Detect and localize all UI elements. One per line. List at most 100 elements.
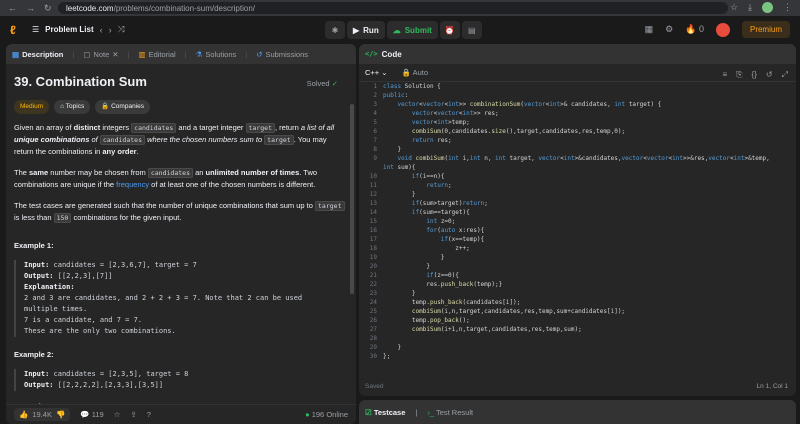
- user-avatar[interactable]: [715, 22, 730, 37]
- topics-tag[interactable]: ⌂ Topics: [54, 100, 91, 114]
- list-icon[interactable]: ☰: [32, 25, 39, 34]
- line-text: void combiSum(int i,int n, int target, v…: [397, 155, 770, 162]
- code-line[interactable]: 18 z++;: [359, 244, 796, 253]
- line-text: if(x==temp){: [440, 236, 485, 243]
- line-number: 22: [369, 281, 377, 288]
- menu-icon[interactable]: ⋮: [783, 2, 792, 13]
- fullscreen-icon[interactable]: ⤢: [782, 70, 788, 80]
- language-select[interactable]: C++ ⌄: [365, 68, 388, 77]
- tab-description[interactable]: ▤ Description: [12, 50, 63, 59]
- streak-counter[interactable]: 🔥 0: [685, 24, 704, 35]
- share-icon[interactable]: ⇪: [130, 410, 136, 419]
- code-line[interactable]: 6 combiSum(0,candidates.size(),target,ca…: [359, 127, 796, 136]
- profile-avatar[interactable]: [762, 2, 773, 13]
- code-line[interactable]: 14 if(sum==target){: [359, 208, 796, 217]
- code-line[interactable]: 23 }: [359, 289, 796, 298]
- tab-solutions[interactable]: ⚗ Solutions: [196, 50, 237, 59]
- flask-icon: ⚗: [195, 49, 203, 59]
- editor-toolbar: C++ ⌄ 🔒 Auto ≡ ⎘ {} ↺ ⤢: [359, 64, 796, 82]
- frequency-link[interactable]: frequency: [116, 180, 149, 189]
- reload-icon[interactable]: ↻: [44, 3, 52, 14]
- star-icon[interactable]: ☆: [114, 410, 121, 419]
- tab-editorial[interactable]: ▥ Editorial: [139, 50, 176, 59]
- editor-actions: ≡ ⎘ {} ↺ ⤢: [722, 70, 788, 80]
- tab-note[interactable]: ▢ Note ✕: [83, 50, 118, 59]
- description-scrollbar[interactable]: [350, 104, 354, 294]
- problem-title[interactable]: 39. Combination Sum: [14, 75, 346, 96]
- premium-button[interactable]: Premium: [741, 21, 790, 38]
- braces-icon[interactable]: {}: [752, 70, 757, 80]
- code-line[interactable]: 22 res.push_back(temp);}: [359, 280, 796, 289]
- forward-icon[interactable]: →: [26, 3, 35, 14]
- code-line[interactable]: 21 if(z==0){: [359, 271, 796, 280]
- code-line[interactable]: 24 temp.push_back(candidates[i]);: [359, 298, 796, 307]
- code-line[interactable]: 12 }: [359, 190, 796, 199]
- code-line[interactable]: 5 vector<int>temp;: [359, 118, 796, 127]
- format-icon[interactable]: ≡: [722, 70, 727, 80]
- address-bar[interactable]: leetcode.com/problems/combination-sum/de…: [58, 2, 728, 14]
- code-line[interactable]: 27 combiSum(i+1,n,target,candidates,res,…: [359, 325, 796, 334]
- shuffle-icon[interactable]: ⤨: [118, 24, 125, 35]
- leetcode-logo-icon[interactable]: ℓ: [10, 23, 22, 37]
- bookmark-icon[interactable]: ⎘: [736, 70, 742, 80]
- close-icon[interactable]: ✕: [112, 50, 118, 59]
- timer-icon[interactable]: ⏰: [439, 21, 460, 39]
- code-line[interactable]: 30};: [359, 352, 796, 361]
- code-line[interactable]: 13 if(sum>target)return;: [359, 199, 796, 208]
- code-line[interactable]: 15 int z=0;: [359, 217, 796, 226]
- code-line[interactable]: 25 combiSum(i,n,target,candidates,res,te…: [359, 307, 796, 316]
- auto-mode[interactable]: 🔒 Auto: [402, 68, 428, 77]
- code-line[interactable]: 8 }: [359, 145, 796, 154]
- debug-icon[interactable]: ✱: [325, 21, 345, 39]
- tab-testcase[interactable]: ☑ Testcase: [365, 408, 405, 417]
- thumbs-down-icon[interactable]: 👎: [56, 410, 65, 419]
- download-icon[interactable]: ⤓: [748, 2, 752, 13]
- code-line[interactable]: 11 return;: [359, 181, 796, 190]
- run-button[interactable]: ▶ Run: [347, 21, 385, 39]
- run-label: Run: [363, 25, 379, 35]
- code-line[interactable]: 7 return res;: [359, 136, 796, 145]
- code-editor[interactable]: 1 class Solution {2 public: 3 vector<vector…: [359, 82, 796, 372]
- tag-icon: ⌂: [60, 103, 65, 110]
- submit-button[interactable]: ☁ Submit: [386, 21, 438, 39]
- line-number: 7: [373, 137, 377, 144]
- code-line[interactable]: 26 temp.pop_back();: [359, 316, 796, 325]
- tab-divider: |: [415, 407, 418, 417]
- code-line[interactable]: 4 vector<vector<int>> res;: [359, 109, 796, 118]
- prev-problem-icon[interactable]: ‹: [100, 25, 103, 35]
- code-line[interactable]: 9 void combiSum(int i,int n, int target,…: [359, 154, 796, 163]
- line-number: 5: [373, 119, 377, 126]
- line-text: }: [383, 191, 416, 198]
- code-line[interactable]: 1 class Solution {: [359, 82, 796, 91]
- code-line[interactable]: 10 if(i==n){: [359, 172, 796, 181]
- back-icon[interactable]: ←: [8, 3, 17, 14]
- tab-test-result[interactable]: ›_ Test Result: [427, 408, 473, 417]
- code-line[interactable]: 29 }: [359, 343, 796, 352]
- code-line[interactable]: 2 public:: [359, 91, 796, 100]
- next-problem-icon[interactable]: ›: [109, 25, 112, 35]
- line-text: vector<vector<int>> combinationSum(vecto…: [397, 101, 662, 108]
- companies-tag[interactable]: 🔒 Companies: [95, 100, 150, 114]
- like-button[interactable]: 👍 19.4K 👎: [14, 408, 71, 421]
- layout-icon[interactable]: ▦: [645, 24, 654, 35]
- code-line[interactable]: 20 }: [359, 262, 796, 271]
- code-line[interactable]: 3 vector<vector<int>> combinationSum(vec…: [359, 100, 796, 109]
- code-line[interactable]: 17 if(x==temp){: [359, 235, 796, 244]
- comments-button[interactable]: 💬 119: [80, 410, 103, 419]
- description-icon: ▤: [12, 49, 20, 59]
- comment-icon: 💬: [80, 410, 90, 419]
- code-line[interactable]: int sum){: [359, 163, 796, 172]
- code-line[interactable]: 19 }: [359, 253, 796, 262]
- code-line[interactable]: 16 for(auto x:res){: [359, 226, 796, 235]
- notes-icon[interactable]: ▤: [461, 21, 482, 39]
- difficulty-badge[interactable]: Medium: [14, 100, 50, 114]
- online-count: ● 196 Online: [305, 410, 348, 419]
- help-icon[interactable]: ?: [147, 410, 151, 419]
- problem-list-link[interactable]: Problem List: [45, 25, 93, 34]
- tab-submissions[interactable]: ↺ Submissions: [256, 50, 308, 59]
- settings-icon[interactable]: ⚙: [665, 24, 673, 35]
- code-line[interactable]: 28: [359, 334, 796, 343]
- star-icon[interactable]: ☆: [730, 2, 738, 13]
- topics-label: Topics: [65, 103, 85, 110]
- reset-icon[interactable]: ↺: [766, 70, 773, 80]
